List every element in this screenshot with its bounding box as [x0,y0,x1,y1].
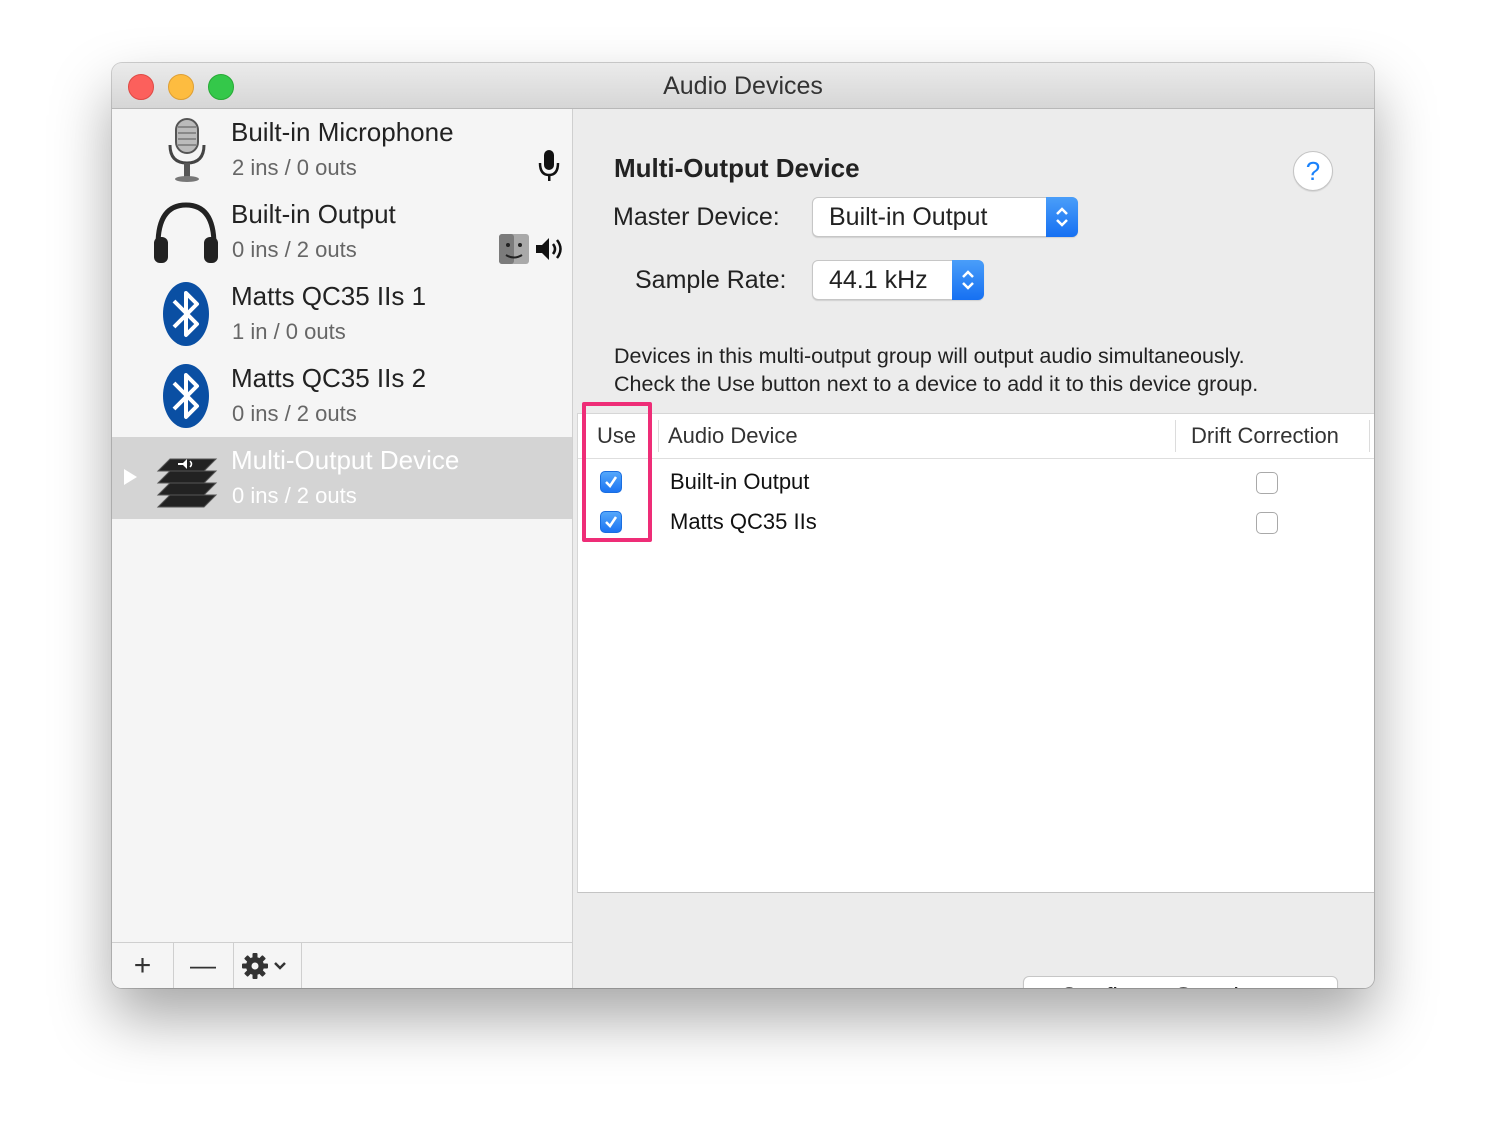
remove-device-button[interactable]: — [173,943,234,988]
add-device-button[interactable]: + [112,943,174,988]
master-device-label: Master Device: [613,203,780,231]
help-button[interactable]: ? [1293,151,1333,191]
bluetooth-icon [163,364,209,428]
headphones-icon [154,202,218,263]
description-line: Devices in this multi-output group will … [614,344,1245,368]
disclosure-triangle-icon[interactable] [124,469,137,485]
master-device-value: Built-in Output [829,203,988,231]
device-item-matts-qc35-2[interactable]: Matts QC35 IIs 2 0 ins / 2 outs [112,355,572,437]
multi-output-icon [156,458,218,508]
device-name: Built-in Microphone [231,117,454,147]
action-menu-button[interactable] [233,943,302,988]
table-row: Matts QC35 IIs [578,504,1374,544]
default-input-icon [538,150,560,181]
device-list: Built-in Microphone 2 ins / 0 outs Built… [112,109,573,988]
device-name-cell: Built-in Output [670,469,810,494]
drift-correction-checkbox[interactable] [1256,472,1278,494]
device-io-count: 0 ins / 2 outs [232,401,357,426]
master-device-popup[interactable]: Built-in Output [812,197,1078,237]
column-divider [1175,420,1176,452]
device-io-count: 2 ins / 0 outs [232,155,357,180]
configure-speakers-button[interactable]: Configure Speakers... [1023,976,1338,988]
device-item-built-in-microphone[interactable]: Built-in Microphone 2 ins / 0 outs [112,109,572,191]
popup-arrows-icon [1046,197,1078,237]
device-name: Built-in Output [231,199,396,229]
device-name: Matts QC35 IIs 1 [231,281,427,311]
device-name-cell: Matts QC35 IIs [670,509,817,534]
device-group-table: Use Audio Device Drift Correction Built-… [577,413,1374,893]
device-io-count: 1 in / 0 outs [232,319,346,344]
window-title: Audio Devices [663,72,823,100]
table-header: Use Audio Device Drift Correction [578,414,1374,459]
device-name: Matts QC35 IIs 2 [231,363,427,393]
device-io-count: 0 ins / 2 outs [232,483,357,508]
sidebar-toolbar: + — [112,942,572,988]
table-row: Built-in Output [578,464,1374,504]
finder-icon [499,234,529,264]
device-item-matts-qc35-1[interactable]: Matts QC35 IIs 1 1 in / 0 outs [112,273,572,355]
column-divider [658,420,659,452]
gear-icon [242,952,286,979]
audio-devices-window: Audio Devices Built-in Microphone 2 ins … [112,63,1374,988]
sample-rate-popup[interactable]: 44.1 kHz [812,260,984,300]
speaker-icon [536,238,562,260]
device-detail-panel: Multi-Output Device ? Master Device: Bui… [573,109,1374,988]
group-description: Devices in this multi-output group will … [614,342,1258,398]
sample-rate-value: 44.1 kHz [829,266,928,294]
device-name: Multi-Output Device [231,445,460,475]
device-io-count: 0 ins / 2 outs [232,237,357,262]
device-item-built-in-output[interactable]: Built-in Output 0 ins / 2 outs [112,191,572,273]
device-heading: Multi-Output Device [614,153,860,183]
column-divider [1369,420,1370,452]
description-line: Check the Use button next to a device to… [614,372,1259,396]
device-item-multi-output[interactable]: Multi-Output Device 0 ins / 2 outs [112,437,572,519]
drift-correction-checkbox[interactable] [1256,512,1278,534]
bluetooth-icon [163,282,209,346]
column-header-drift-correction[interactable]: Drift Correction [1191,423,1339,449]
sample-rate-label: Sample Rate: [635,266,787,294]
use-column-highlight [582,402,652,542]
microphone-icon [168,118,206,182]
column-header-audio-device[interactable]: Audio Device [668,423,798,449]
title-bar: Audio Devices [112,63,1374,109]
popup-arrows-icon [952,260,984,300]
